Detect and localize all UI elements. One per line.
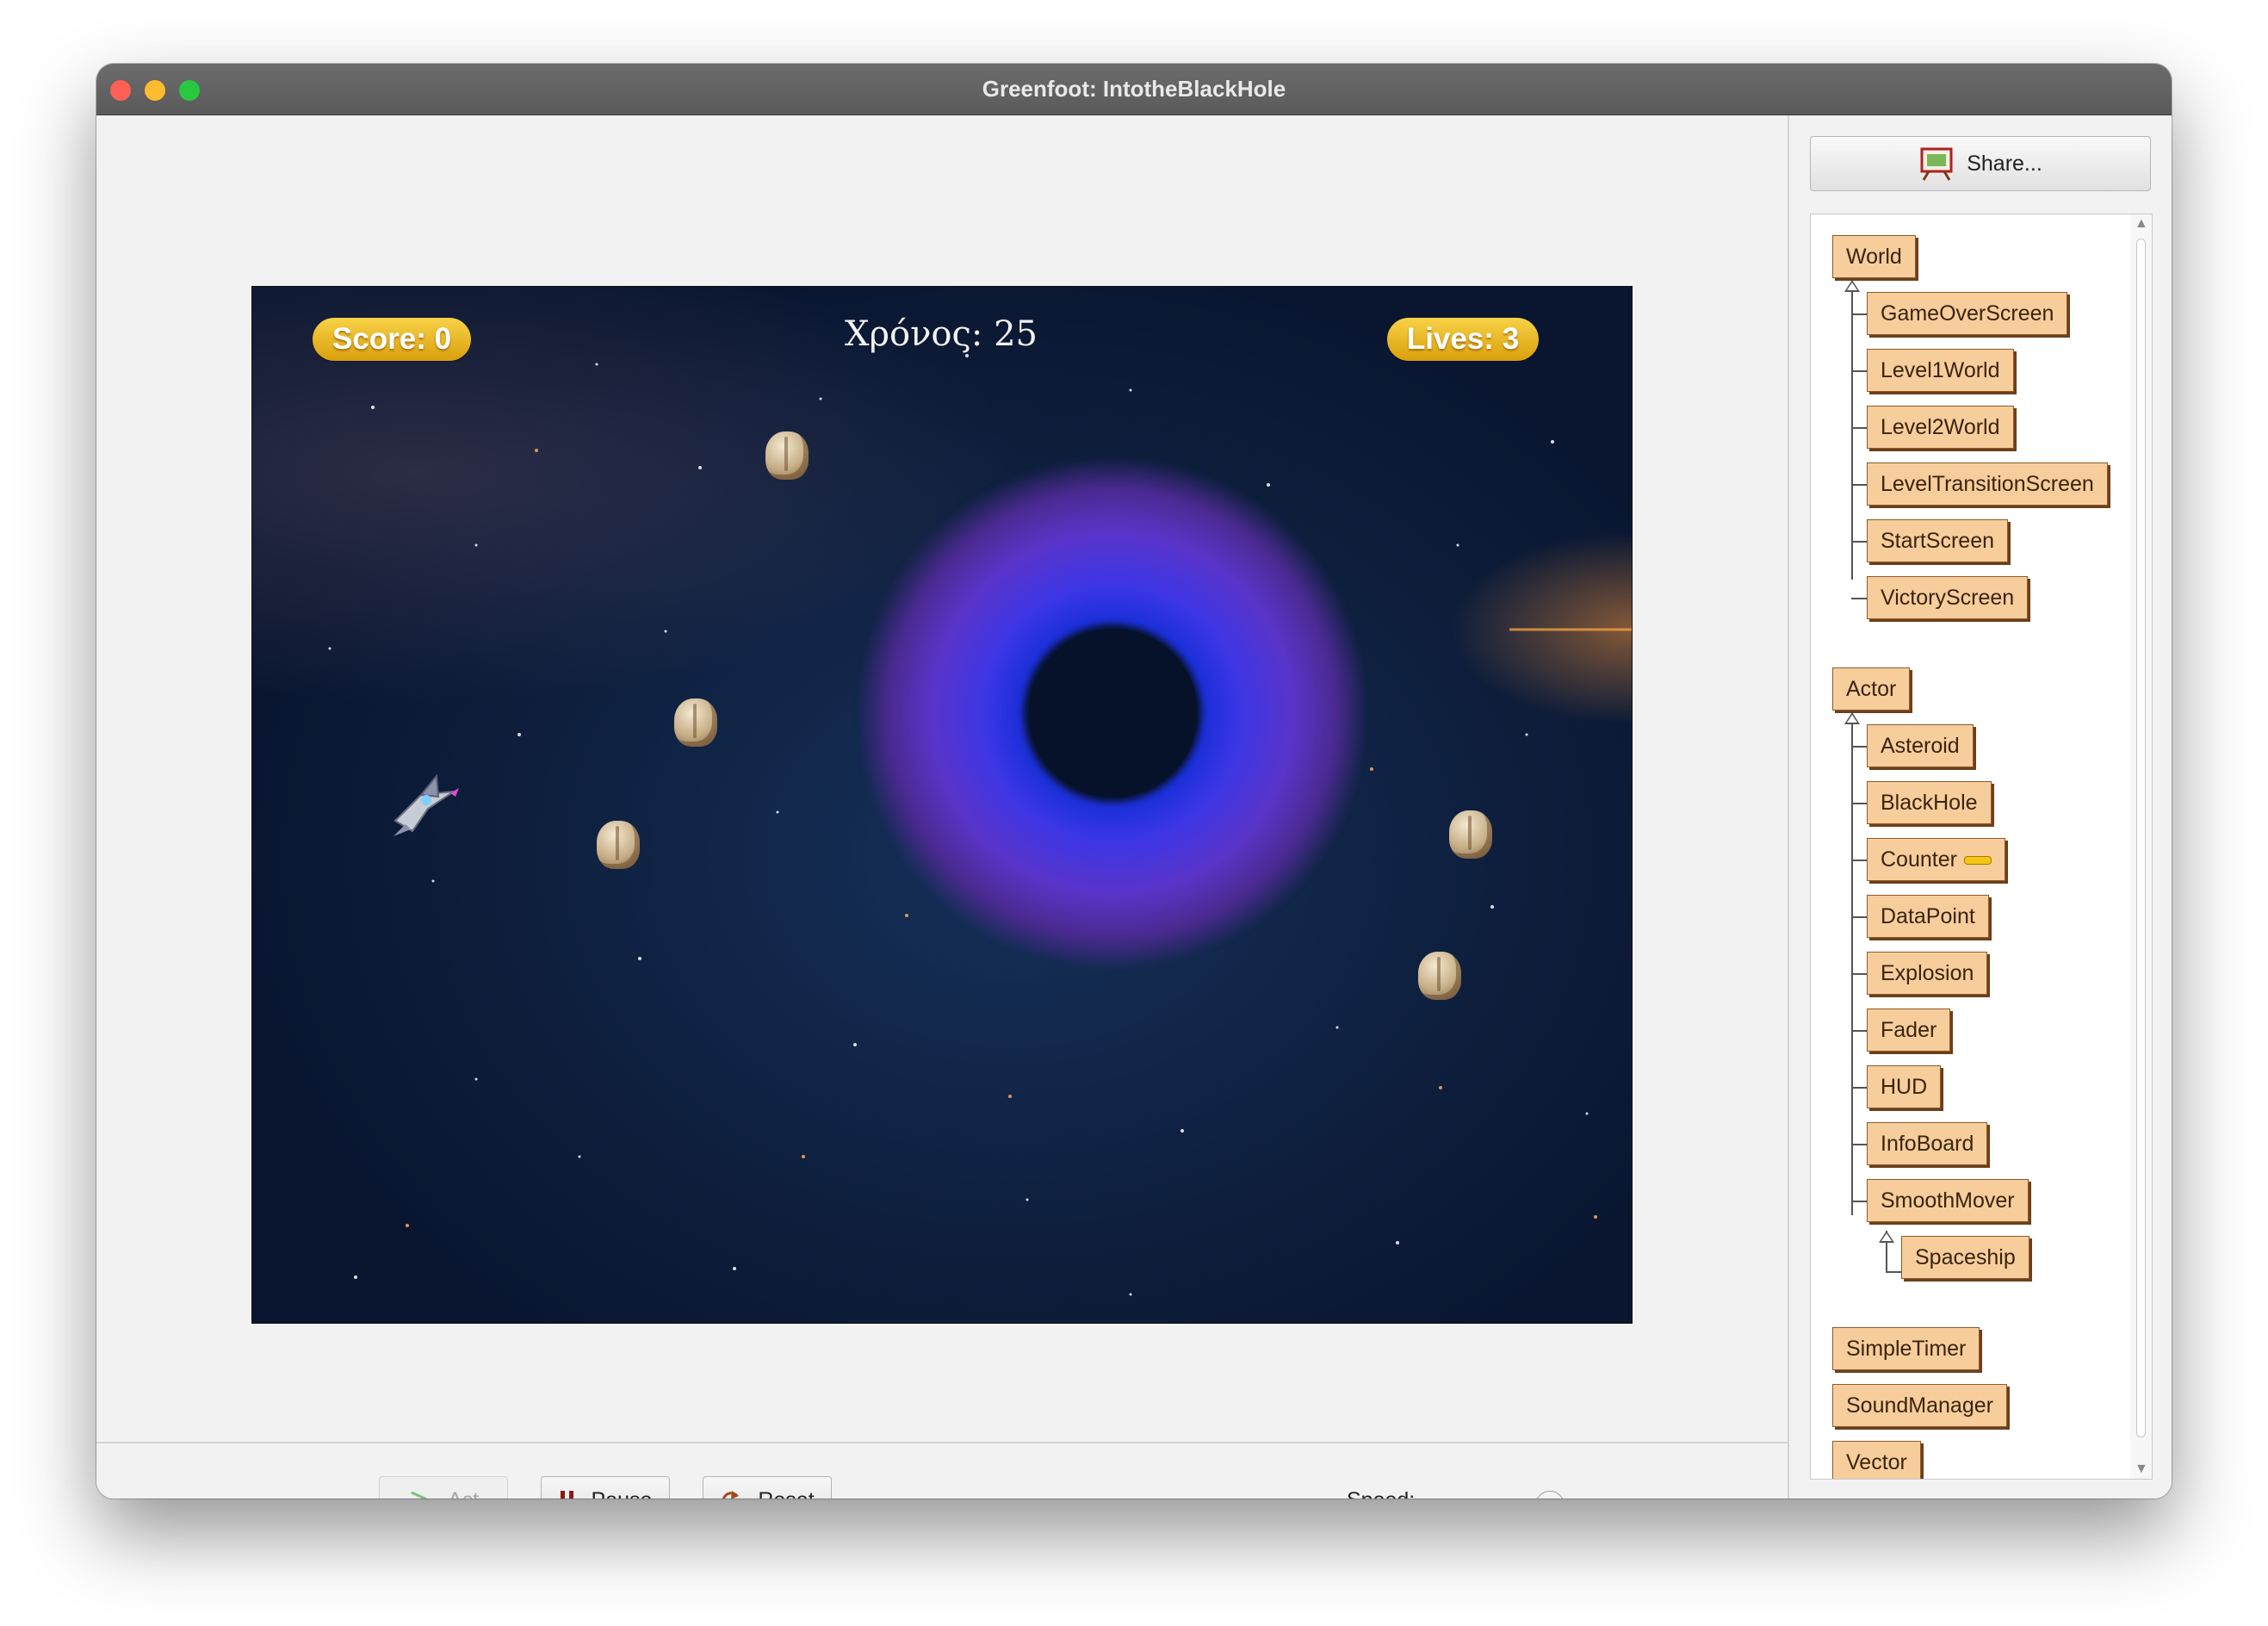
class-level1world[interactable]: Level1World: [1867, 349, 2014, 392]
title-bar: Greenfoot: IntotheBlackHole: [96, 64, 2172, 115]
execution-controls: Act Pause Reset Speed:: [96, 1442, 1788, 1499]
class-smoothmover[interactable]: SmoothMover: [1867, 1179, 2029, 1222]
time-counter: Χρόνος: 25: [845, 314, 1038, 354]
class-startscreen[interactable]: StartScreen: [1867, 519, 2009, 562]
scroll-down-icon[interactable]: ▼: [2135, 1462, 2148, 1477]
world-canvas[interactable]: Score: 0 Χρόνος: 25 Lives: 3: [251, 286, 1633, 1324]
window-title: Greenfoot: IntotheBlackHole: [982, 76, 1286, 102]
world-area: Score: 0 Χρόνος: 25 Lives: 3 Act Pause: [96, 115, 1788, 1499]
share-button-label: Share...: [1967, 151, 2042, 176]
reset-icon: [722, 1491, 740, 1499]
scroll-up-icon[interactable]: ▲: [2135, 216, 2148, 232]
class-actor[interactable]: Actor: [1832, 667, 1911, 711]
pause-button[interactable]: Pause: [541, 1476, 670, 1499]
play-chevron-icon: [411, 1491, 429, 1499]
inheritance-arrow-icon: [1844, 712, 1860, 724]
scrollbar-thumb[interactable]: [2136, 239, 2146, 1437]
class-vector[interactable]: Vector: [1832, 1441, 1921, 1479]
class-world[interactable]: World: [1832, 235, 1916, 278]
reset-button-label: Reset: [758, 1488, 814, 1499]
asteroid: [1449, 810, 1492, 859]
speed-label: Speed:: [1347, 1488, 1415, 1499]
inheritance-line: [1851, 712, 1853, 1215]
class-spaceship[interactable]: Spaceship: [1901, 1236, 2029, 1279]
score-counter: Score: 0: [313, 318, 471, 361]
inheritance-arrow-icon: [1844, 280, 1860, 292]
share-button[interactable]: Share...: [1810, 136, 2151, 191]
class-leveltransitionscreen[interactable]: LevelTransitionScreen: [1867, 462, 2108, 506]
act-button-label: Act: [448, 1488, 479, 1499]
class-counter-label: Counter: [1881, 847, 1957, 872]
class-counter[interactable]: Counter: [1867, 838, 2005, 881]
lives-counter: Lives: 3: [1387, 318, 1539, 361]
spaceship: [393, 773, 459, 836]
greenfoot-window: Greenfoot: IntotheBlackHole Score: 0 Χρό…: [96, 64, 2172, 1499]
class-gameoverscreen[interactable]: GameOverScreen: [1867, 292, 2068, 335]
share-easel-icon: [1920, 147, 1953, 181]
asteroid: [1418, 952, 1461, 1000]
class-soundmanager[interactable]: SoundManager: [1832, 1384, 2007, 1427]
counter-image-icon: [1963, 856, 1992, 866]
act-button[interactable]: Act: [379, 1476, 508, 1499]
asteroid: [597, 821, 640, 869]
speed-slider-thumb[interactable]: [1535, 1491, 1565, 1499]
asteroid: [674, 698, 717, 747]
class-diagram: World GameOverScreen Level1World Level2W…: [1810, 214, 2132, 1480]
class-victoryscreen[interactable]: VictoryScreen: [1867, 576, 2029, 619]
class-level2world[interactable]: Level2World: [1867, 406, 2014, 449]
class-explosion[interactable]: Explosion: [1867, 952, 1988, 995]
pause-icon: [560, 1491, 573, 1499]
class-panel: Share... World GameOverScreen Level1Worl…: [1789, 115, 2172, 1499]
class-infoboard[interactable]: InfoBoard: [1867, 1122, 1988, 1165]
inheritance-arrow-icon: [1879, 1231, 1894, 1243]
black-hole-core: [1029, 629, 1198, 797]
class-simpletimer[interactable]: SimpleTimer: [1832, 1327, 1980, 1370]
class-asteroid[interactable]: Asteroid: [1867, 724, 1974, 767]
class-blackhole[interactable]: BlackHole: [1867, 781, 1992, 824]
asteroid: [765, 431, 809, 480]
class-fader[interactable]: Fader: [1867, 1008, 1951, 1052]
class-diagram-scrollbar[interactable]: ▲ ▼: [2130, 214, 2153, 1480]
reset-button[interactable]: Reset: [703, 1476, 832, 1499]
inheritance-line: [1851, 280, 1853, 580]
class-hud[interactable]: HUD: [1867, 1065, 1942, 1108]
class-datapoint[interactable]: DataPoint: [1867, 895, 1989, 938]
pause-button-label: Pause: [592, 1488, 653, 1499]
